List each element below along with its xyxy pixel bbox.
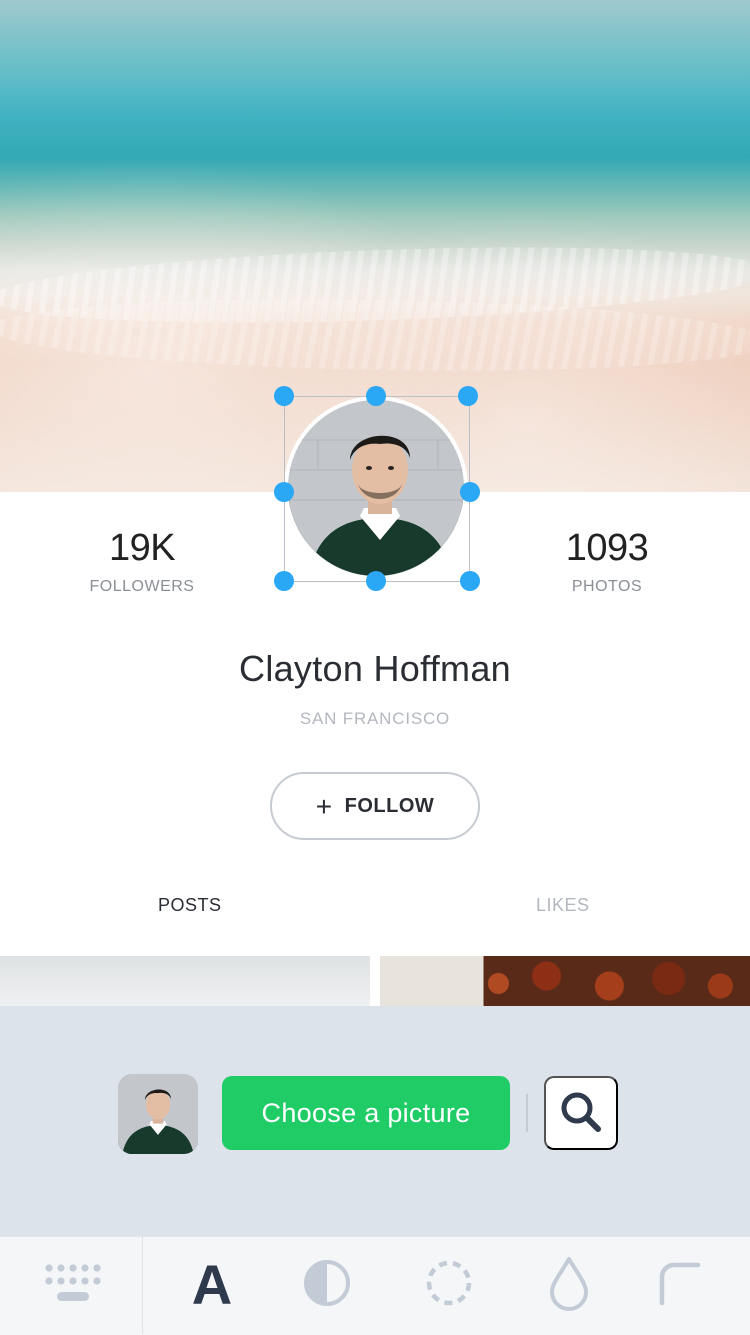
resize-handle-top[interactable] xyxy=(366,386,386,406)
drop-icon xyxy=(547,1255,591,1316)
search-button[interactable] xyxy=(544,1076,618,1150)
tab-posts[interactable]: POSTS xyxy=(158,895,222,916)
resize-handle-bottom-left[interactable] xyxy=(274,571,294,591)
tab-likes[interactable]: LIKES xyxy=(536,895,590,916)
resize-handle-top-right[interactable] xyxy=(458,386,478,406)
followers-count: 19K xyxy=(108,527,176,569)
border-tool[interactable] xyxy=(420,1236,478,1334)
divider xyxy=(526,1094,528,1132)
resize-handle-bottom[interactable] xyxy=(366,571,386,591)
follow-label: FOLLOW xyxy=(344,794,435,817)
choose-picture-button[interactable]: Choose a picture xyxy=(222,1076,510,1150)
resize-handle-left[interactable] xyxy=(274,482,294,502)
profile-avatar[interactable] xyxy=(284,396,468,580)
dashed-circle-icon xyxy=(424,1258,474,1313)
text-tool[interactable]: A xyxy=(180,1236,244,1334)
keyboard-tool[interactable] xyxy=(36,1236,110,1334)
follow-button[interactable]: + FOLLOW xyxy=(270,772,480,840)
photos-label: PHOTOS xyxy=(571,578,643,595)
followers-label: FOLLOWERS xyxy=(89,578,195,595)
text-icon: A xyxy=(191,1253,233,1316)
corner-radius-tool[interactable] xyxy=(648,1236,708,1334)
post-thumbnail[interactable] xyxy=(380,956,750,1006)
profile-location: SAN FRANCISCO xyxy=(299,709,451,728)
post-thumbnail[interactable] xyxy=(0,956,370,1006)
toolbar-divider xyxy=(142,1236,143,1334)
profile-name: Clayton Hoffman xyxy=(239,648,511,689)
search-icon xyxy=(559,1090,603,1137)
photos-stat[interactable]: 1093 PHOTOS xyxy=(507,528,707,596)
resize-handle-top-left[interactable] xyxy=(274,386,294,406)
plus-icon: + xyxy=(315,791,333,822)
avatar-photo xyxy=(284,396,468,580)
selected-picture-thumbnail[interactable] xyxy=(118,1074,198,1154)
resize-handle-right[interactable] xyxy=(460,482,480,502)
editor-toolbar xyxy=(0,1236,750,1335)
followers-stat[interactable]: 19K FOLLOWERS xyxy=(42,528,242,596)
resize-handle-bottom-right[interactable] xyxy=(460,571,480,591)
contrast-tool[interactable] xyxy=(298,1236,356,1334)
keyboard-icon xyxy=(41,1260,105,1311)
photos-count: 1093 xyxy=(565,527,649,569)
corner-radius-icon xyxy=(654,1259,702,1312)
contrast-icon xyxy=(302,1258,352,1313)
opacity-tool[interactable] xyxy=(540,1236,598,1334)
